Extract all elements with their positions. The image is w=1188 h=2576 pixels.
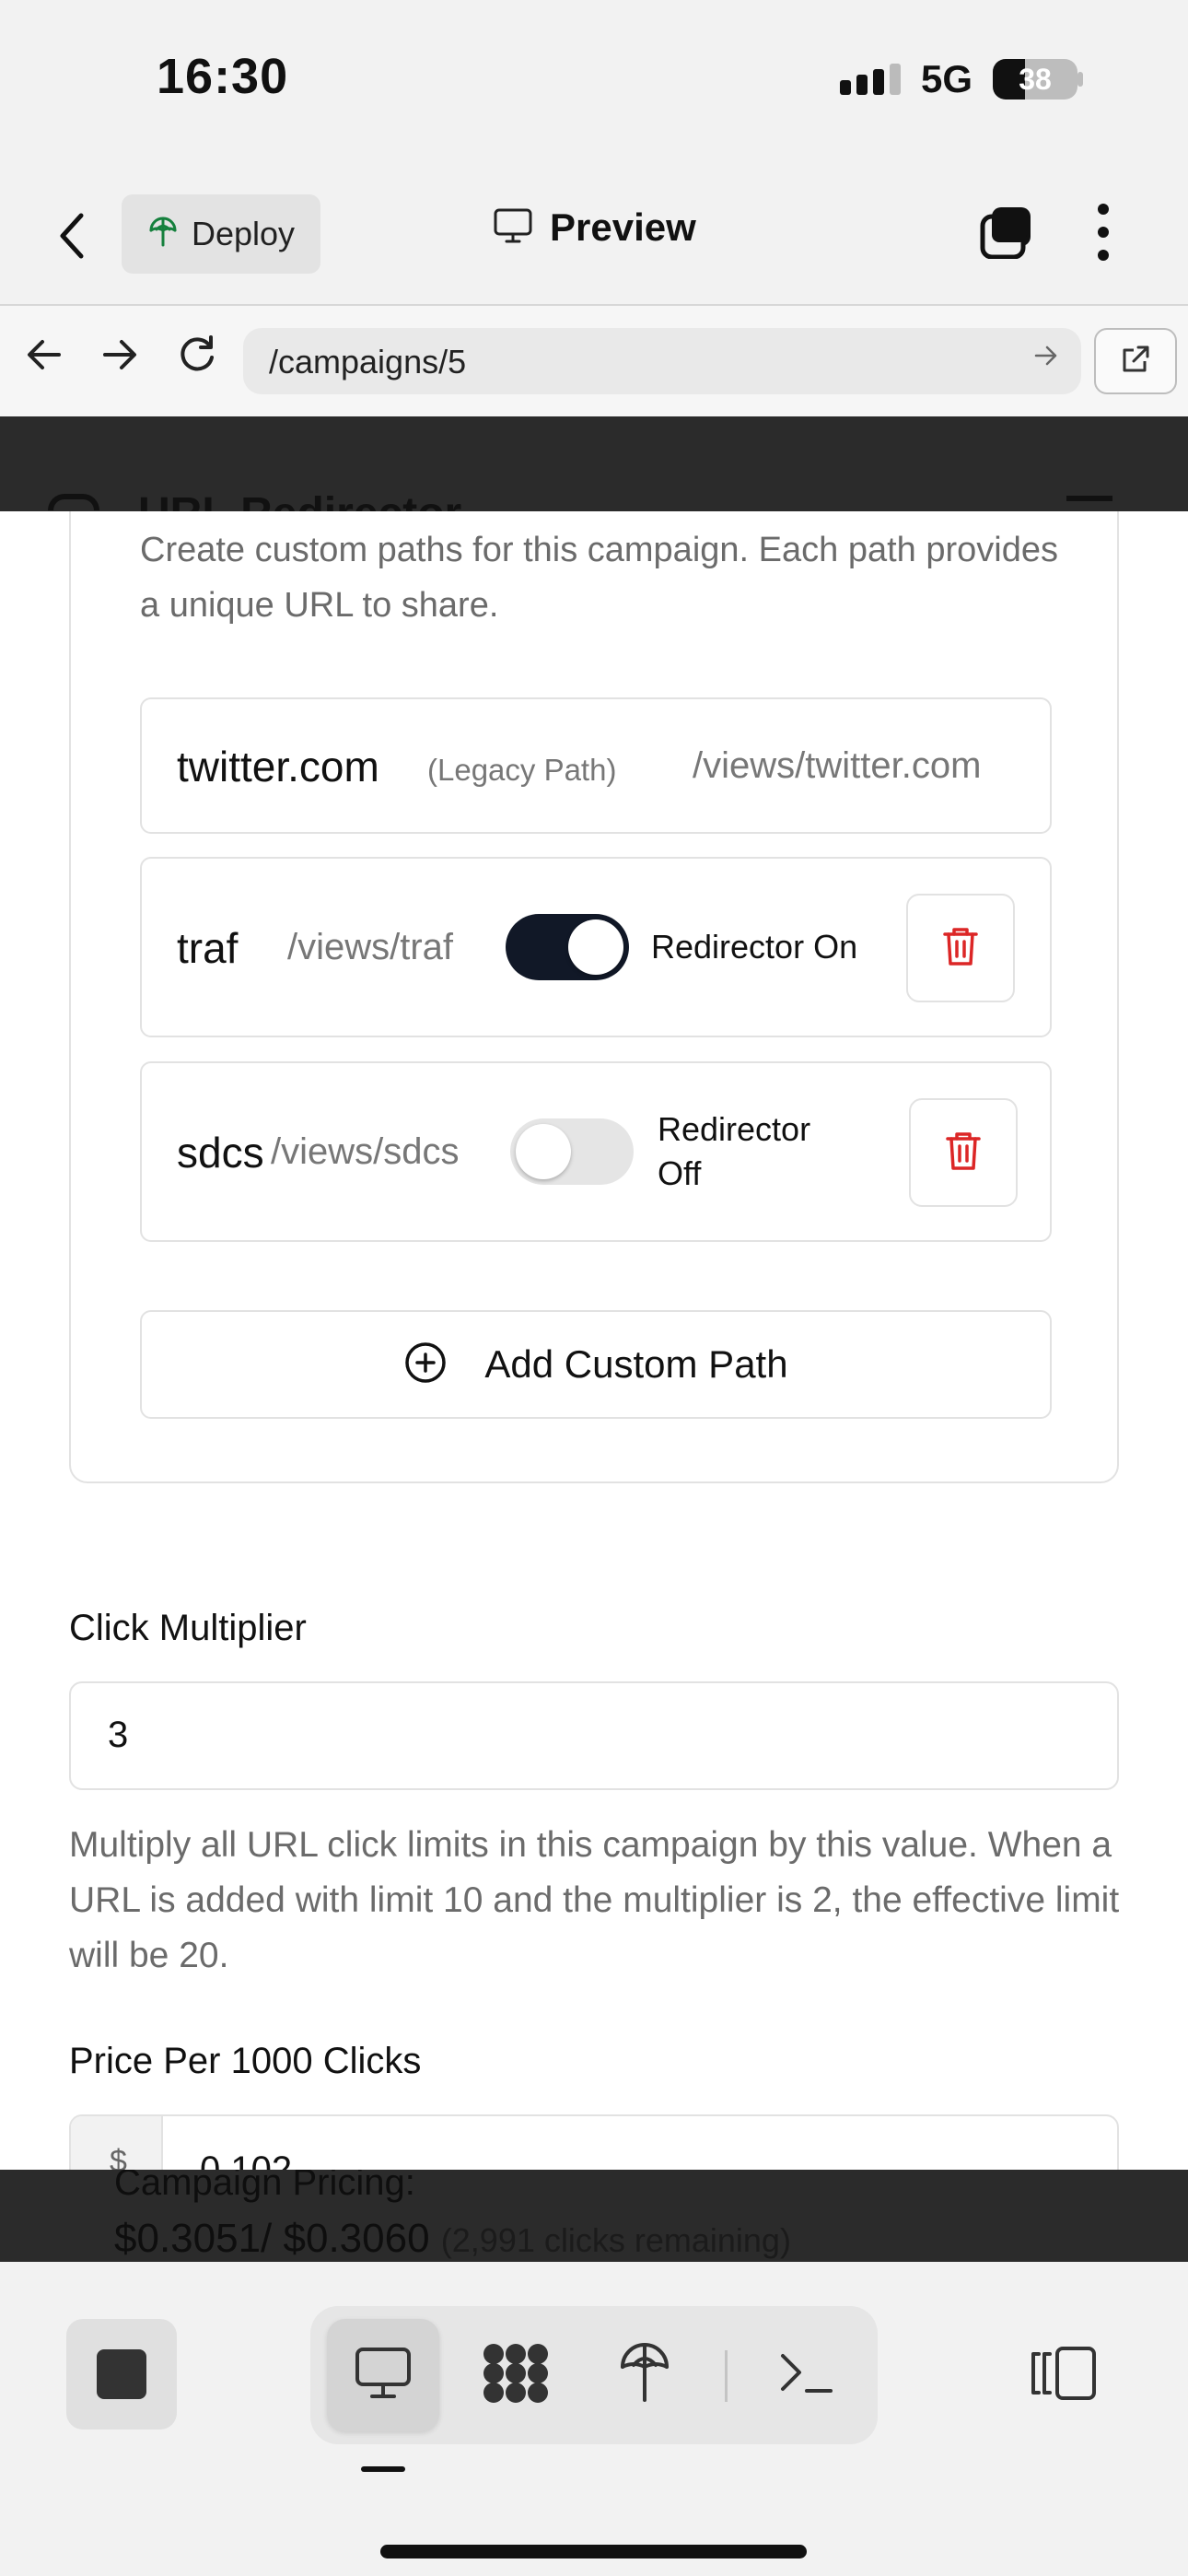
price-per-1000-input[interactable]: $ 0.102 xyxy=(69,2114,1119,2170)
click-multiplier-value: 3 xyxy=(108,1715,129,1755)
page-header-overlay: URL Redirector xyxy=(0,416,1188,511)
delete-path-button[interactable] xyxy=(906,894,1015,1002)
deploy-view-button[interactable] xyxy=(588,2319,701,2431)
status-time: 16:30 xyxy=(157,49,289,104)
back-chevron-icon[interactable] xyxy=(57,212,87,272)
tree-icon xyxy=(617,2341,672,2410)
clicks-remaining: (2,991 clicks remaining) xyxy=(440,2221,791,2259)
custom-paths-card: Create custom paths for this campaign. E… xyxy=(69,511,1119,1483)
currency-prefix: $ xyxy=(71,2116,163,2170)
custom-paths-description: Create custom paths for this campaign. E… xyxy=(140,531,1058,625)
monitor-icon xyxy=(493,207,533,249)
campaign-form: Create custom paths for this campaign. E… xyxy=(0,511,1188,2170)
battery-icon: 38 xyxy=(993,59,1078,100)
click-multiplier-help: Multiply all URL click limits in this ca… xyxy=(69,1825,1120,1975)
add-custom-path-button[interactable]: Add Custom Path xyxy=(140,1310,1052,1419)
menu-icon xyxy=(1066,496,1112,501)
url-text: /campaigns/5 xyxy=(269,343,467,381)
path-url: /views/twitter.com xyxy=(693,745,982,786)
deploy-button[interactable]: Deploy xyxy=(122,194,321,274)
more-vertical-icon[interactable] xyxy=(1094,204,1112,261)
deploy-tree-icon xyxy=(147,216,179,253)
price-value: 0.102 xyxy=(200,2149,293,2170)
delete-path-button[interactable] xyxy=(909,1098,1018,1207)
click-multiplier-label: Click Multiplier xyxy=(69,1608,307,1648)
path-row-traf: traf /views/traf Redirector On xyxy=(140,857,1052,1037)
path-url: /views/sdcs xyxy=(271,1131,460,1172)
battery-level: 38 xyxy=(1019,63,1052,96)
active-tab-indicator xyxy=(361,2466,405,2472)
signal-icon xyxy=(840,64,901,95)
pricing-amount-line: $0.3051/ $0.3060 (2,991 clicks remaining… xyxy=(114,2216,791,2262)
home-indicator xyxy=(380,2545,807,2558)
legacy-path-tag: (Legacy Path) xyxy=(427,753,617,787)
desktop-view-button[interactable] xyxy=(327,2319,439,2431)
redirector-toggle[interactable] xyxy=(506,914,629,980)
arrow-right-icon[interactable] xyxy=(101,334,138,384)
click-multiplier-input[interactable]: 3 xyxy=(69,1681,1119,1790)
pricing-title: Campaign Pricing: xyxy=(114,2170,415,2203)
path-name: sdcs xyxy=(177,1129,264,1177)
price-per-1000-label: Price Per 1000 Clicks xyxy=(69,2041,422,2081)
browser-bar: /campaigns/5 xyxy=(0,306,1188,416)
trash-icon xyxy=(941,925,980,972)
add-custom-path-label: Add Custom Path xyxy=(484,1342,788,1386)
trash-icon xyxy=(944,1130,983,1177)
deploy-label: Deploy xyxy=(192,215,296,252)
url-field[interactable]: /campaigns/5 xyxy=(243,328,1081,394)
apps-icon xyxy=(481,2341,551,2410)
link-icon xyxy=(48,494,99,510)
status-indicators: 5G 38 xyxy=(840,57,1078,101)
status-bar: 16:30 5G 38 xyxy=(0,0,1188,161)
divider xyxy=(725,2350,728,2402)
panels-icon[interactable] xyxy=(1030,2345,1098,2406)
stop-icon xyxy=(97,2349,146,2399)
page-header-title: URL Redirector xyxy=(138,488,461,511)
redirector-toggle[interactable] xyxy=(510,1118,634,1185)
plus-circle-icon xyxy=(403,1341,448,1389)
terminal-icon xyxy=(777,2350,836,2401)
path-name: traf xyxy=(177,924,239,972)
desktop-icon xyxy=(354,2346,413,2406)
preview-label: Preview xyxy=(550,205,696,249)
view-switcher xyxy=(310,2306,878,2444)
pricing-amount: $0.3051/ $0.3060 xyxy=(114,2216,430,2261)
reload-icon[interactable] xyxy=(177,334,217,385)
network-label: 5G xyxy=(921,57,973,100)
apps-view-button[interactable] xyxy=(460,2319,572,2431)
arrow-left-icon[interactable] xyxy=(26,334,63,384)
path-row-legacy: twitter.com (Legacy Path) /views/twitter… xyxy=(140,697,1052,834)
preview-title[interactable]: Preview xyxy=(493,205,696,250)
path-name: twitter.com xyxy=(177,743,379,790)
bottom-toolbar xyxy=(0,2262,1188,2576)
external-link-button[interactable] xyxy=(1094,328,1177,394)
stop-button[interactable] xyxy=(66,2319,177,2430)
tabs-icon[interactable] xyxy=(979,205,1032,260)
redirector-label: Redirector Off xyxy=(658,1110,811,1192)
go-arrow-icon[interactable] xyxy=(1033,341,1059,377)
pricing-summary-overlay: Campaign Pricing: $0.3051/ $0.3060 (2,99… xyxy=(0,2170,1188,2262)
path-row-sdcs: sdcs /views/sdcs Redirector Off xyxy=(140,1061,1052,1242)
terminal-view-button[interactable] xyxy=(751,2319,863,2431)
redirector-label: Redirector On xyxy=(651,928,858,966)
app-header: Deploy Preview xyxy=(0,161,1188,306)
path-url: /views/traf xyxy=(287,927,454,967)
external-link-icon xyxy=(1119,343,1152,381)
